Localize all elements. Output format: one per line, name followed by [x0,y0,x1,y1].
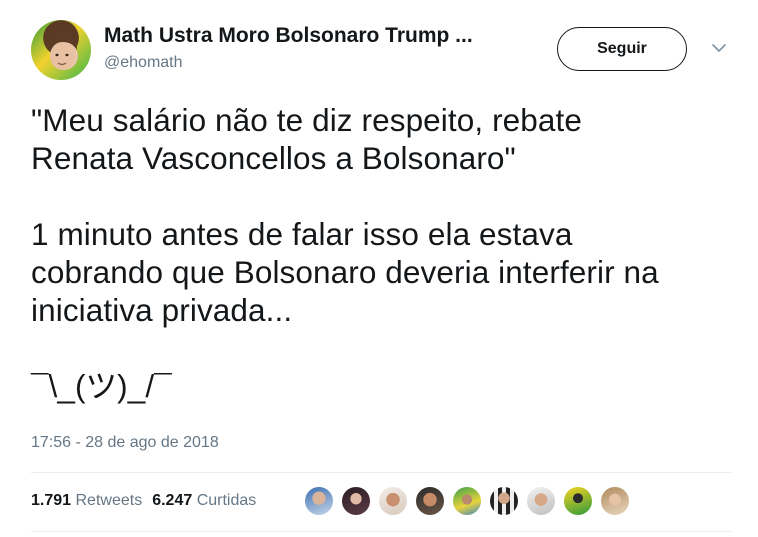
avatar-face-icon [47,32,77,70]
retweets-count: 1.791 [31,492,72,509]
likes-label: Curtidas [196,492,257,509]
tweet-card: Math Ustra Moro Bolsonaro Trump ... @eho… [0,0,758,537]
likes-stat[interactable]: 6.247 Curtidas [152,492,256,509]
chevron-down-icon[interactable] [711,42,727,54]
author-avatar[interactable] [31,20,91,80]
divider [31,531,731,532]
likes-count: 6.247 [152,492,193,509]
divider [31,472,731,473]
retweets-label: Retweets [75,492,143,509]
liker-avatar[interactable] [341,486,371,516]
liker-avatars [304,486,637,516]
liker-avatar[interactable] [378,486,408,516]
tweet-stats: 1.791 Retweets 6.247 Curtidas [31,492,256,510]
liker-avatar[interactable] [489,486,519,516]
liker-avatar[interactable] [415,486,445,516]
tweet-timestamp[interactable]: 17:56 - 28 de ago de 2018 [31,434,219,452]
liker-avatar[interactable] [452,486,482,516]
liker-avatar[interactable] [563,486,593,516]
liker-avatar[interactable] [526,486,556,516]
tweet-text: "Meu salário não te diz respeito, rebate… [31,102,659,404]
retweets-stat[interactable]: 1.791 Retweets [31,492,142,509]
author-handle[interactable]: @ehomath [104,54,183,72]
author-name[interactable]: Math Ustra Moro Bolsonaro Trump ... [104,24,473,48]
liker-avatar[interactable] [600,486,630,516]
follow-button[interactable]: Seguir [557,27,687,71]
liker-avatar[interactable] [304,486,334,516]
